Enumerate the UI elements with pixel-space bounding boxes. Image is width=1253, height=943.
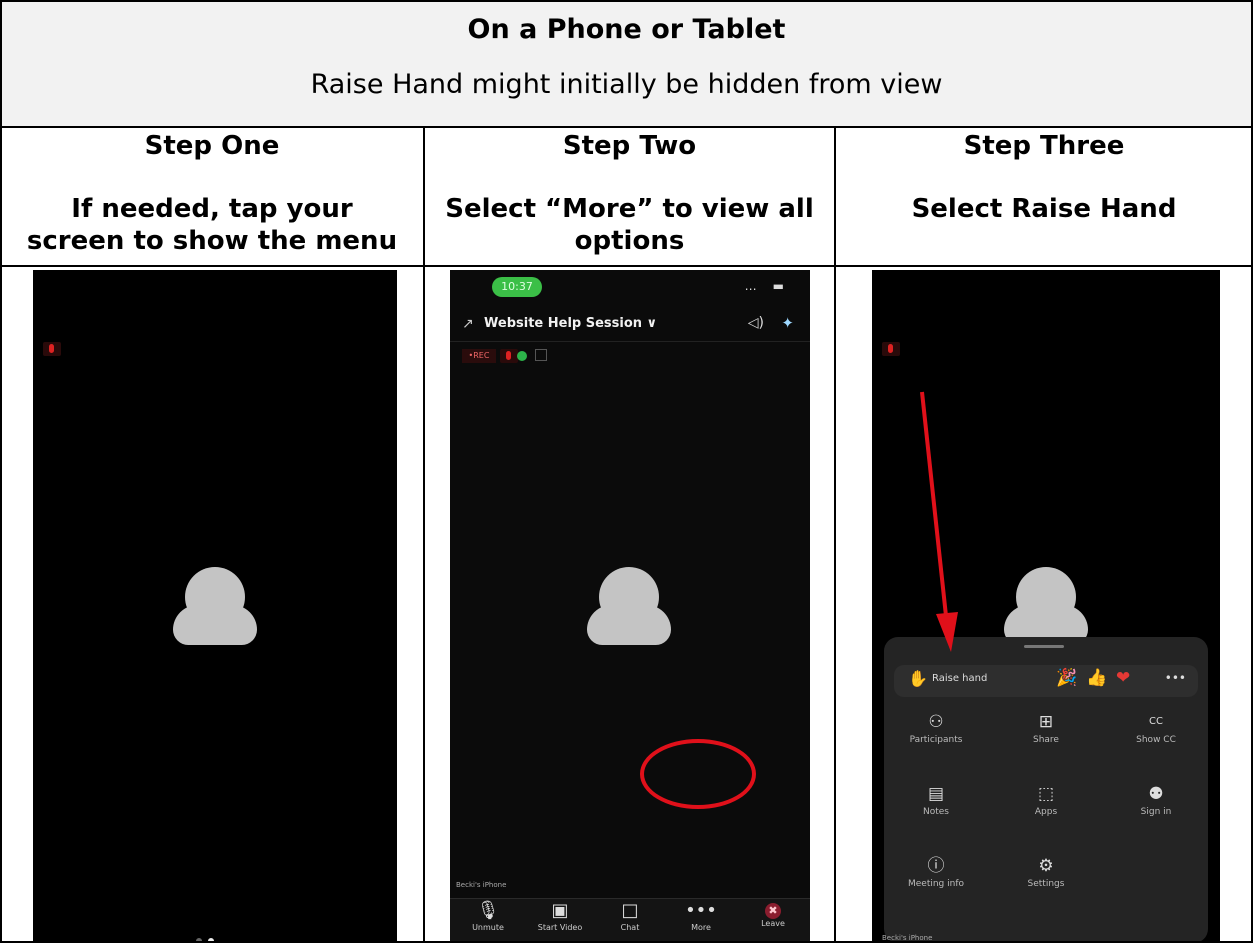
muted-mic-icon bbox=[43, 342, 61, 356]
participant-name-tag: Becki's iPhone bbox=[456, 881, 507, 889]
raise-hand-icon[interactable]: ✋ bbox=[908, 669, 928, 688]
ai-sparkle-icon[interactable]: ✦ bbox=[781, 314, 794, 332]
page-subtitle: Raise Hand might initially be hidden fro… bbox=[310, 69, 943, 100]
share-icon: ⊞ bbox=[1038, 712, 1054, 732]
recording-badge: •REC bbox=[462, 349, 496, 363]
phone-screenshot-step-three: ✋ Raise hand 🎉 👍 ❤ ••• ⚇ Participants ⊞ … bbox=[872, 270, 1220, 943]
apps-button[interactable]: ⬚ Apps bbox=[996, 781, 1096, 817]
step-two-instruction: Select “More” to view all options bbox=[445, 194, 814, 256]
sheet-grab-handle[interactable] bbox=[1024, 645, 1064, 648]
sign-in-button[interactable]: ⚉ Sign in bbox=[1106, 781, 1206, 817]
heart-icon[interactable]: ❤ bbox=[1116, 668, 1130, 688]
step-one-instruction: If needed, tap your screen to show the m… bbox=[26, 194, 398, 256]
person-icon: ⚉ bbox=[1148, 784, 1164, 804]
raise-hand-button[interactable]: Raise hand bbox=[932, 673, 987, 684]
page-dots bbox=[193, 929, 217, 943]
status-bar: 10:37 … ▬ bbox=[450, 270, 810, 308]
apps-icon: ⬚ bbox=[1037, 784, 1055, 804]
thumbs-up-icon[interactable]: 👍 bbox=[1086, 668, 1107, 688]
phone-screenshot-step-two: 10:37 … ▬ ↗ Website Help Session ∨ ◁) ✦ … bbox=[450, 270, 810, 943]
leave-button[interactable]: ✖ Leave bbox=[745, 899, 801, 928]
microphone-icon: 🎙 bbox=[476, 900, 500, 921]
more-dots-icon: ••• bbox=[685, 900, 717, 921]
step-two-heading: Step Two Select “More” to view all optio… bbox=[424, 130, 835, 257]
meeting-toolbar: 🎙 Unmute ▣ Start Video □ Chat ••• More ✖… bbox=[450, 898, 810, 943]
more-highlight-circle bbox=[640, 739, 756, 809]
video-camera-icon: ▣ bbox=[551, 900, 569, 921]
chat-button[interactable]: □ Chat bbox=[602, 899, 658, 932]
caption-icon bbox=[535, 349, 547, 361]
minimize-icon[interactable]: ↗ bbox=[462, 316, 474, 332]
page-dot bbox=[196, 938, 202, 943]
notes-icon: ▤ bbox=[927, 784, 945, 804]
step-one-title: Step One bbox=[144, 131, 280, 161]
participants-icon: ⚇ bbox=[928, 712, 944, 732]
share-button[interactable]: ⊞ Share bbox=[996, 709, 1096, 745]
more-options-sheet: ✋ Raise hand 🎉 👍 ❤ ••• ⚇ Participants ⊞ … bbox=[884, 637, 1208, 943]
participants-button[interactable]: ⚇ Participants bbox=[886, 709, 986, 745]
notes-button[interactable]: ▤ Notes bbox=[886, 781, 986, 817]
meeting-topbar: ↗ Website Help Session ∨ ◁) ✦ bbox=[450, 308, 810, 342]
participant-name-tag: Becki's iPhone bbox=[882, 934, 933, 942]
step-two-title: Step Two bbox=[562, 131, 697, 161]
session-title[interactable]: Website Help Session ∨ bbox=[484, 316, 657, 331]
step-one-heading: Step One If needed, tap your screen to s… bbox=[0, 130, 424, 257]
encryption-shield-icon bbox=[517, 351, 527, 361]
speaker-icon[interactable]: ◁) bbox=[748, 315, 764, 331]
meeting-info-button[interactable]: ⓘ Meeting info bbox=[886, 853, 986, 889]
table-header: On a Phone or Tablet Raise Hand might in… bbox=[0, 0, 1253, 127]
unmute-button[interactable]: 🎙 Unmute bbox=[460, 899, 516, 932]
party-popper-icon[interactable]: 🎉 bbox=[1056, 668, 1077, 688]
muted-mic-icon bbox=[882, 342, 900, 356]
leave-icon: ✖ bbox=[765, 903, 781, 919]
avatar-body bbox=[173, 605, 257, 645]
step-three-heading: Step Three Select Raise Hand bbox=[835, 130, 1253, 225]
closed-caption-icon: CC bbox=[1149, 716, 1163, 727]
step-three-instruction: Select Raise Hand bbox=[911, 194, 1177, 224]
signal-wifi-battery-icon: … ▬ bbox=[744, 279, 786, 293]
step-three-title: Step Three bbox=[963, 131, 1125, 161]
show-cc-button[interactable]: CC Show CC bbox=[1106, 709, 1206, 745]
phone-screenshot-step-one bbox=[33, 270, 397, 943]
info-icon: ⓘ bbox=[927, 856, 945, 876]
reactions-row: ✋ Raise hand 🎉 👍 ❤ ••• bbox=[894, 665, 1198, 697]
muted-mic-icon bbox=[500, 349, 518, 363]
chat-icon: □ bbox=[621, 900, 639, 921]
settings-button[interactable]: ⚙ Settings bbox=[996, 853, 1096, 889]
more-reactions-icon[interactable]: ••• bbox=[1165, 671, 1186, 685]
page-dot-active bbox=[208, 938, 214, 943]
more-button[interactable]: ••• More bbox=[673, 899, 729, 932]
avatar-body bbox=[587, 605, 671, 645]
page-title: On a Phone or Tablet bbox=[467, 14, 786, 45]
gear-icon: ⚙ bbox=[1038, 856, 1054, 876]
start-video-button[interactable]: ▣ Start Video bbox=[532, 899, 588, 932]
time-indicator: 10:37 bbox=[492, 277, 542, 297]
